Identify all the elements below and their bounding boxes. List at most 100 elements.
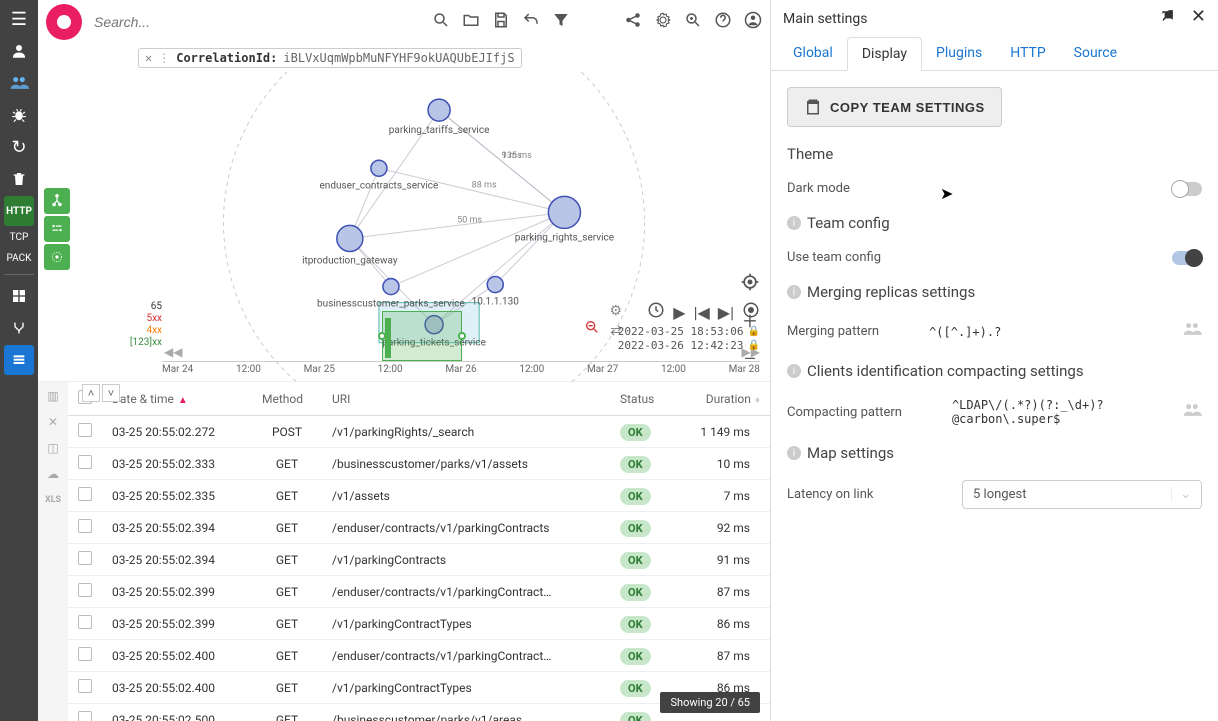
graph-node[interactable] <box>383 279 399 295</box>
close-settings-icon[interactable]: ✕ <box>1191 6 1206 31</box>
latency-label: Latency on link <box>787 487 874 502</box>
row-checkbox[interactable] <box>78 711 92 721</box>
th-uri[interactable]: URI <box>322 382 610 416</box>
tab-plugins[interactable]: Plugins <box>922 37 996 70</box>
dark-mode-toggle[interactable] <box>1172 182 1202 196</box>
tcp-label[interactable]: TCP <box>10 228 29 247</box>
refresh-icon[interactable]: ↻ <box>4 132 34 162</box>
http-icon[interactable]: HTTP <box>4 196 34 226</box>
gear-icon[interactable] <box>654 11 672 34</box>
menu-icon[interactable]: ☰ <box>4 4 34 34</box>
cell-method: GET <box>252 480 322 512</box>
latency-select[interactable]: 5 longest ⌄ <box>962 480 1202 509</box>
cell-duration: 7 ms <box>680 480 770 512</box>
pin-icon[interactable] <box>1157 6 1177 31</box>
table-row[interactable]: 03-25 20:55:02.394 GET /enduser/contract… <box>68 512 770 544</box>
help-icon[interactable] <box>714 11 732 34</box>
inspect-icon[interactable] <box>684 11 702 34</box>
tab-display[interactable]: Display <box>847 37 922 71</box>
tab-source[interactable]: Source <box>1060 37 1131 70</box>
graph-canvas[interactable]: 9 ms135 ms88 ms50 ms parking_tariffs_ser… <box>38 72 770 382</box>
info-icon[interactable]: i <box>787 216 801 230</box>
xls-export[interactable]: XLS <box>43 490 63 510</box>
use-team-config-toggle[interactable] <box>1172 251 1202 265</box>
clear-icon[interactable]: ✕ <box>43 412 63 432</box>
save-icon[interactable] <box>492 11 510 34</box>
table-row[interactable]: 03-25 20:55:02.399 GET /enduser/contract… <box>68 576 770 608</box>
table-row[interactable]: 03-25 20:55:02.394 GET /v1/parkingContra… <box>68 544 770 576</box>
merge-icon[interactable] <box>4 313 34 343</box>
th-duration[interactable]: Duration <box>706 392 751 406</box>
info-icon[interactable]: i <box>787 285 801 299</box>
table-row[interactable]: 03-25 20:55:02.400 GET /enduser/contract… <box>68 640 770 672</box>
row-checkbox[interactable] <box>78 551 92 565</box>
columns-icon[interactable]: ▥ <box>43 386 63 406</box>
selection-handle-right[interactable] <box>458 332 466 340</box>
list-icon[interactable] <box>4 345 34 375</box>
trash-icon[interactable] <box>4 164 34 194</box>
table-row[interactable]: 03-25 20:55:02.272 POST /v1/parkingRight… <box>68 416 770 448</box>
tab-http[interactable]: HTTP <box>996 37 1059 70</box>
app-logo[interactable] <box>46 4 82 40</box>
copy-team-settings-button[interactable]: COPY TEAM SETTINGS <box>787 87 1002 127</box>
info-icon[interactable]: i <box>787 446 801 460</box>
row-checkbox[interactable] <box>78 519 92 533</box>
time-from: 2022-03-25 18:53:06 <box>618 325 744 339</box>
timeline-zoomout-icon[interactable] <box>584 319 600 339</box>
chip-close-icon[interactable]: ✕ <box>145 51 152 65</box>
row-checkbox[interactable] <box>78 583 92 597</box>
table-row[interactable]: 03-25 20:55:02.335 GET /v1/assets OK 7 m… <box>68 480 770 512</box>
dashboard-icon[interactable] <box>4 281 34 311</box>
skip-back-icon[interactable]: |◀ <box>694 303 710 322</box>
timeline[interactable]: 65 5xx 4xx [123]xx ◀◀▶▶ Mar 2412:00Mar 2… <box>82 301 770 381</box>
account-icon[interactable] <box>744 11 762 34</box>
team-icon[interactable] <box>1182 400 1202 425</box>
folder-icon[interactable] <box>462 11 480 34</box>
cell-uri: /enduser/contracts/v1/parkingContract… <box>322 576 610 608</box>
zoom-search-icon[interactable] <box>432 11 450 34</box>
bug-icon[interactable] <box>4 100 34 130</box>
th-datetime[interactable]: Date & time <box>112 392 174 406</box>
page-down-icon[interactable]: ˅ <box>102 384 120 402</box>
table-row[interactable]: 03-25 20:55:02.333 GET /businesscustomer… <box>68 448 770 480</box>
clock-icon[interactable] <box>647 301 665 323</box>
pack-label[interactable]: PACK <box>7 249 32 268</box>
search-input[interactable] <box>88 8 426 36</box>
skip-fwd-icon[interactable]: ▶| <box>718 303 734 322</box>
graph-node[interactable] <box>487 277 503 293</box>
table-row[interactable]: 03-25 20:55:02.399 GET /v1/parkingContra… <box>68 608 770 640</box>
cell-duration: 10 ms <box>680 448 770 480</box>
graph-node[interactable] <box>337 225 363 251</box>
graph-node[interactable] <box>548 196 580 228</box>
timeline-selection[interactable] <box>382 311 462 361</box>
filter-icon[interactable] <box>552 11 570 34</box>
row-checkbox[interactable] <box>78 647 92 661</box>
th-method[interactable]: Method <box>252 382 322 416</box>
row-checkbox[interactable] <box>78 615 92 629</box>
graph-node[interactable] <box>371 160 387 176</box>
row-checkbox[interactable] <box>78 423 92 437</box>
download-icon[interactable]: ☁ <box>43 464 63 484</box>
tl-prev-icon[interactable]: ◀◀ <box>164 345 182 359</box>
undo-icon[interactable] <box>522 11 540 34</box>
use-team-config-label: Use team config <box>787 250 881 265</box>
lock-to-icon[interactable]: 🔒 <box>748 339 760 353</box>
graph-node[interactable] <box>428 99 450 121</box>
timeline-tick: Mar 26 <box>445 364 476 381</box>
row-checkbox[interactable] <box>78 487 92 501</box>
th-status[interactable]: Status <box>610 382 680 416</box>
lock-from-icon[interactable]: 🔒 <box>748 325 760 339</box>
info-icon[interactable]: i <box>787 364 801 378</box>
people-icon[interactable] <box>4 68 34 98</box>
row-checkbox[interactable] <box>78 679 92 693</box>
team-icon[interactable] <box>1182 319 1202 344</box>
share-icon[interactable] <box>624 11 642 34</box>
record-icon[interactable] <box>742 301 760 323</box>
bookmark-icon[interactable]: ◫ <box>43 438 63 458</box>
play-icon[interactable]: ▶ <box>673 303 685 322</box>
row-checkbox[interactable] <box>78 455 92 469</box>
tab-global[interactable]: Global <box>779 37 847 70</box>
person-icon[interactable] <box>4 36 34 66</box>
page-up-icon[interactable]: ˄ <box>82 384 100 402</box>
locate-icon[interactable] <box>740 272 760 297</box>
